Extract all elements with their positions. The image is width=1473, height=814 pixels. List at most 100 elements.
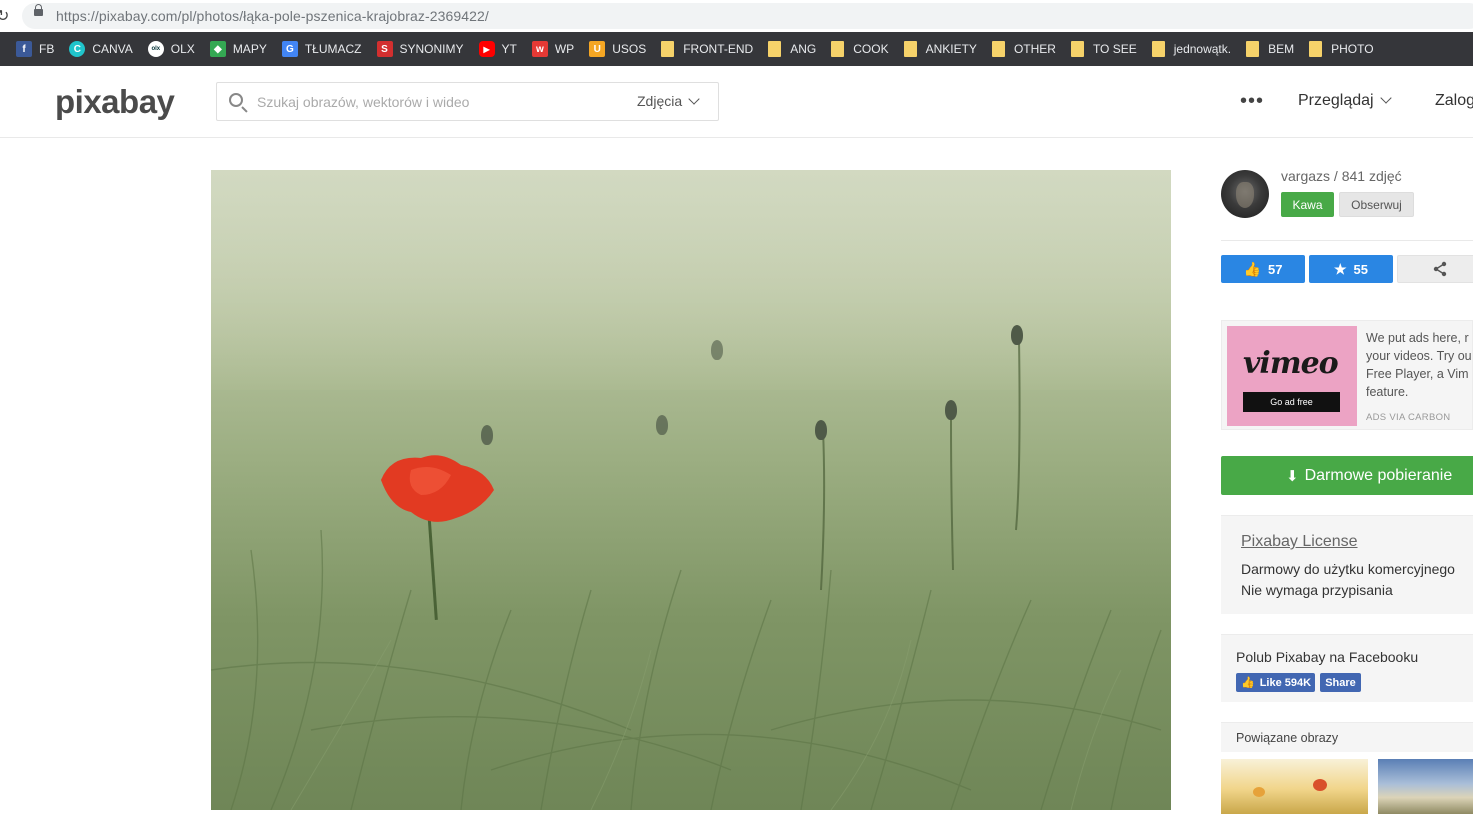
search-type-label: Zdjęcia — [637, 93, 683, 109]
poppy-bud — [711, 340, 723, 360]
thumbs-up-icon: 👍 — [1243, 260, 1261, 277]
facebook-like-button[interactable]: 👍 Like 594K — [1236, 673, 1315, 692]
license-box: Pixabay License Darmowy do użytku komerc… — [1221, 515, 1473, 614]
poppy-bud — [945, 400, 957, 420]
bookmark-item[interactable]: ▶ YT — [478, 41, 517, 57]
author-photo-count: / 841 zdjęć — [1330, 168, 1402, 184]
ad-text[interactable]: We put ads here, r your videos. Try ou F… — [1366, 329, 1473, 401]
bookmark-item[interactable]: FRONT-END — [661, 41, 753, 57]
photo-grass — [211, 339, 1162, 810]
poppy-bud — [1011, 325, 1023, 345]
lock-icon[interactable] — [34, 4, 43, 16]
search-type-dropdown[interactable]: Zdjęcia — [637, 93, 700, 109]
related-thumbnail[interactable] — [1221, 759, 1368, 814]
login-link[interactable]: Zalog — [1435, 92, 1473, 110]
folder-icon — [661, 41, 675, 57]
folder-icon — [903, 41, 917, 57]
poppy-flower — [381, 455, 494, 522]
thumb-poppy — [1313, 779, 1327, 791]
facebook-share-button[interactable]: Share — [1320, 673, 1361, 692]
wp-icon: w — [531, 41, 548, 57]
bookmark-item[interactable]: G TŁUMACZ — [281, 41, 362, 57]
follow-button[interactable]: Obserwuj — [1339, 192, 1414, 217]
facebook-box: Polub Pixabay na Facebooku 👍 Like 594K Sh… — [1221, 634, 1473, 702]
favorite-count: 55 — [1353, 261, 1369, 277]
author-name[interactable]: vargazs — [1281, 168, 1330, 184]
bookmark-item[interactable]: OTHER — [991, 41, 1056, 57]
ad-via[interactable]: ADS VIA CARBON — [1366, 412, 1450, 423]
bookmarks-bar: f FB C CANVA olx OLX ◆ MAPY G TŁUMACZ S SYNONIMY ▶ YT… — [0, 32, 1473, 66]
canva-icon: C — [69, 41, 86, 57]
vimeo-logo: vimeo — [1243, 346, 1339, 381]
address-bar: ↻ https://pixabay.com/pl/photos/łąka-pol… — [0, 0, 1473, 32]
poppy-bud — [481, 425, 493, 445]
like-button[interactable]: 👍 57 — [1221, 255, 1305, 283]
chevron-down-icon — [1379, 92, 1392, 104]
bookmark-item[interactable]: f FB — [16, 41, 54, 57]
bookmark-label: OTHER — [1013, 42, 1056, 56]
related-title: Powiązane obrazy — [1236, 731, 1339, 745]
bookmark-label: FRONT-END — [683, 42, 754, 56]
divider — [1221, 240, 1473, 241]
facebook-like-label: Like 594K — [1259, 676, 1312, 689]
bookmark-item[interactable]: ANKIETY — [903, 41, 977, 57]
bookmark-label: WP — [554, 42, 575, 56]
folder-icon — [768, 41, 782, 57]
browse-label: Przeglądaj — [1298, 92, 1374, 109]
ad-cta[interactable]: Go ad free — [1243, 392, 1340, 412]
share-icon — [1433, 261, 1447, 277]
ad-box[interactable]: vimeo Go ad free We put ads here, r your… — [1221, 320, 1473, 430]
search-input[interactable] — [257, 92, 617, 112]
bookmark-label: COOK — [853, 42, 889, 56]
more-menu-icon[interactable]: ••• — [1240, 90, 1264, 113]
bookmark-item[interactable]: w WP — [531, 41, 575, 57]
main-photo[interactable] — [211, 170, 1171, 810]
bookmark-item[interactable]: COOK — [831, 41, 889, 57]
bookmark-label: OLX — [170, 42, 195, 56]
bookmark-item[interactable]: TO SEE — [1070, 41, 1137, 57]
favorite-button[interactable]: ★ 55 — [1309, 255, 1393, 283]
download-button[interactable]: ⬇ Darmowe pobieranie — [1221, 456, 1473, 495]
bookmark-item[interactable]: olx OLX — [147, 41, 195, 57]
bookmark-item[interactable]: BEM — [1246, 41, 1294, 57]
bookmark-item[interactable]: C CANVA — [69, 41, 133, 57]
author-avatar[interactable] — [1221, 170, 1269, 218]
bookmark-item[interactable]: U USOS — [589, 41, 646, 57]
bookmark-label: USOS — [612, 42, 647, 56]
bookmark-item[interactable]: ANG — [768, 41, 816, 57]
thumb-flower — [1253, 787, 1265, 797]
url-path: /pl/photos/łąka-pole-pszenica-krajobraz-… — [177, 8, 489, 24]
related-thumbnail[interactable] — [1378, 759, 1473, 814]
bookmark-label: jednowątk. — [1173, 42, 1232, 56]
bookmark-item[interactable]: jednowątk. — [1151, 41, 1232, 57]
bookmark-label: SYNONIMY — [399, 42, 464, 56]
ad-image[interactable]: vimeo Go ad free — [1227, 326, 1357, 426]
synonimy-icon: S — [376, 41, 393, 57]
bookmark-label: MAPY — [232, 42, 267, 56]
related-images-header: Powiązane obrazy — [1221, 722, 1473, 752]
maps-icon: ◆ — [209, 41, 226, 57]
folder-icon — [1151, 41, 1165, 57]
bookmark-label: TO SEE — [1092, 42, 1137, 56]
bookmark-item[interactable]: ◆ MAPY — [209, 41, 267, 57]
license-line: Nie wymaga przypisania — [1241, 582, 1393, 598]
bookmark-label: ANG — [790, 42, 817, 56]
bookmark-item[interactable]: S SYNONIMY — [376, 41, 464, 57]
search-icon[interactable] — [229, 93, 243, 107]
search-box: Zdjęcia — [216, 82, 719, 121]
coffee-button[interactable]: Kawa — [1281, 192, 1334, 217]
browse-menu[interactable]: Przeglądaj — [1298, 92, 1392, 110]
folder-icon — [1070, 41, 1084, 57]
bookmark-label: BEM — [1268, 42, 1295, 56]
reload-icon[interactable]: ↻ — [0, 6, 9, 26]
url-text[interactable]: https://pixabay.com/pl/photos/łąka-pole-… — [56, 8, 489, 24]
download-icon: ⬇ — [1286, 467, 1299, 485]
pixabay-logo[interactable]: pixabay — [55, 83, 175, 121]
youtube-icon: ▶ — [478, 41, 495, 57]
bookmark-label: ANKIETY — [925, 42, 977, 56]
author-info: vargazs / 841 zdjęć — [1281, 168, 1402, 184]
bookmark-item[interactable]: PHOTO — [1309, 41, 1374, 57]
license-link[interactable]: Pixabay License — [1241, 533, 1358, 551]
bookmark-label: CANVA — [92, 42, 133, 56]
share-button[interactable] — [1397, 255, 1473, 283]
